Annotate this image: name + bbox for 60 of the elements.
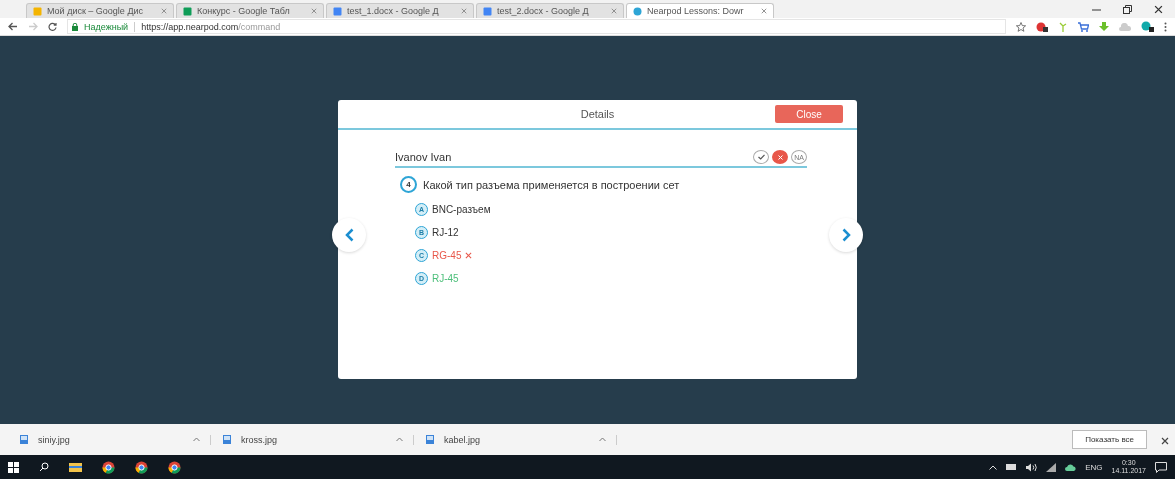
question-text: Какой тип разъема применяется в построении сет bbox=[423, 178, 680, 191]
browser-tab[interactable]: Конкурс - Google Табл bbox=[176, 3, 324, 18]
speaker-icon[interactable] bbox=[1026, 462, 1038, 472]
cross-icon[interactable] bbox=[465, 251, 473, 259]
show-all-button[interactable]: Показать все bbox=[1072, 430, 1147, 449]
answer-text: RJ-45 bbox=[432, 272, 459, 284]
student-name: Ivanov Ivan bbox=[395, 151, 453, 163]
url-text: https://app.nearpod.com/command bbox=[134, 21, 281, 32]
battery-icon[interactable] bbox=[1006, 464, 1018, 470]
download-item[interactable]: kabel.jpg bbox=[426, 434, 617, 445]
browser-icon[interactable] bbox=[135, 460, 148, 474]
restore-icon[interactable] bbox=[1123, 4, 1132, 14]
download-item[interactable]: kross.jpg bbox=[223, 434, 414, 445]
image-file-icon bbox=[20, 435, 28, 444]
document-icon bbox=[483, 6, 492, 16]
document-icon bbox=[33, 6, 42, 16]
browser-icon[interactable] bbox=[102, 460, 115, 474]
correct-button[interactable] bbox=[753, 150, 769, 164]
folder-icon[interactable] bbox=[69, 462, 82, 472]
browser-tab[interactable]: test_2.docx - Google Д bbox=[476, 3, 624, 18]
cross-icon bbox=[777, 154, 783, 160]
previous-button[interactable] bbox=[332, 218, 366, 252]
dialog-title: Details bbox=[580, 108, 615, 120]
cart-icon[interactable] bbox=[1078, 21, 1089, 32]
browser-tab[interactable]: Nearpod Lessons: Dowr bbox=[626, 3, 774, 18]
wrong-button[interactable] bbox=[772, 150, 788, 164]
lock-icon bbox=[72, 22, 78, 31]
menu-icon[interactable] bbox=[1164, 21, 1167, 32]
wifi-icon[interactable] bbox=[1046, 462, 1057, 472]
document-icon bbox=[333, 6, 342, 16]
answer-text: RG-45 bbox=[432, 249, 462, 261]
chevron-left-icon bbox=[344, 228, 354, 242]
close-icon[interactable] bbox=[1161, 436, 1169, 445]
answer-text: RJ-12 bbox=[432, 226, 459, 238]
chevron-right-icon bbox=[841, 228, 851, 242]
address-field[interactable]: Надежный https://app.nearpod.com/command bbox=[67, 19, 1006, 34]
search-icon[interactable] bbox=[39, 462, 49, 472]
download-item[interactable]: siniy.jpg bbox=[20, 434, 211, 445]
question-number: 4 bbox=[400, 176, 417, 193]
image-file-icon bbox=[223, 435, 231, 444]
back-icon[interactable] bbox=[8, 22, 18, 31]
language-indicator[interactable]: ENG bbox=[1085, 462, 1103, 472]
close-icon[interactable] bbox=[1154, 4, 1163, 14]
windows-icon[interactable] bbox=[8, 461, 19, 473]
reload-icon[interactable] bbox=[48, 22, 57, 31]
browser-tab[interactable]: test_1.docx - Google Д bbox=[326, 3, 474, 18]
browser-tab[interactable]: Мой диск – Google Дис bbox=[26, 3, 174, 18]
document-icon bbox=[183, 6, 192, 16]
image-file-icon bbox=[426, 435, 434, 444]
browser-icon[interactable] bbox=[168, 460, 181, 474]
answer-text: BNC-разъем bbox=[432, 203, 491, 215]
next-button[interactable] bbox=[829, 218, 863, 252]
star-icon[interactable] bbox=[1016, 21, 1026, 32]
extension-icon[interactable] bbox=[1141, 21, 1154, 32]
check-icon bbox=[757, 154, 765, 160]
notification-icon[interactable] bbox=[1155, 461, 1167, 473]
cloud-icon[interactable] bbox=[1065, 463, 1077, 471]
extension-icon[interactable] bbox=[1036, 21, 1048, 32]
circle-icon bbox=[633, 6, 642, 16]
secure-label: Надежный bbox=[84, 21, 129, 32]
